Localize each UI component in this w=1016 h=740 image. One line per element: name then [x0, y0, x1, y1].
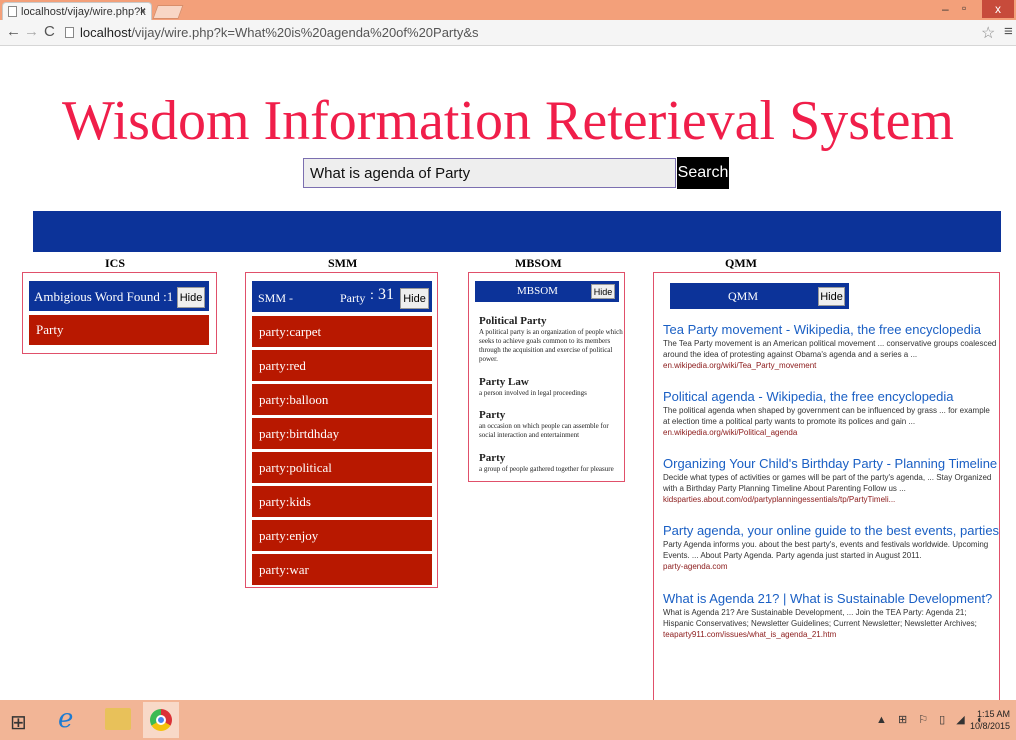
- taskbar: ⊞ e ▲ ⊞ ⚐ ▯ ◢ ◖ 1:15 AM 10/8/2015: [0, 700, 1016, 740]
- browser-title-bar: localhost/vijay/wire.php?k × – ▫ x: [0, 0, 1016, 20]
- ics-item[interactable]: Party: [29, 315, 209, 345]
- page-title: Wisdom Information Reterieval System: [61, 90, 954, 152]
- result-url: kidsparties.about.com/od/partyplanninges…: [663, 495, 896, 504]
- qmm-hide-button[interactable]: Hide: [818, 287, 845, 306]
- result-title-link[interactable]: Tea Party movement - Wikipedia, the free…: [663, 322, 997, 337]
- mbsom-hide-button[interactable]: Hide: [591, 284, 615, 299]
- result-snippet: Party Agenda informs you. about the best…: [663, 540, 989, 560]
- smm-item[interactable]: party:balloon: [252, 384, 432, 415]
- search-result: Organizing Your Child's Birthday Party -…: [663, 456, 997, 504]
- smm-item[interactable]: party:carpet: [252, 316, 432, 347]
- qmm-panel: QMM Hide Tea Party movement - Wikipedia,…: [653, 272, 1000, 700]
- url-host: localhost: [80, 25, 132, 40]
- result-url: en.wikipedia.org/wiki/Tea_Party_movement: [663, 361, 817, 370]
- smm-header-separator: :: [370, 288, 374, 303]
- url-path: /vijay/wire.php?k=What%20is%20agenda%20o…: [131, 25, 479, 40]
- browser-toolbar: ← → C localhost/vijay/wire.php?k=What%20…: [0, 20, 1016, 46]
- windows-start-icon[interactable]: ⊞: [10, 710, 27, 735]
- mbsom-panel: MBSOM Hide Political Party A political p…: [468, 272, 625, 482]
- star-icon[interactable]: ☆: [981, 23, 995, 43]
- clock[interactable]: 1:15 AM 10/8/2015: [970, 708, 1010, 732]
- address-bar[interactable]: localhost/vijay/wire.php?k=What%20is%20a…: [62, 23, 962, 43]
- smm-header-count: 31: [378, 286, 394, 303]
- search-button[interactable]: Search: [677, 157, 729, 189]
- search-input[interactable]: [303, 158, 676, 188]
- definition-term: Party: [479, 452, 506, 464]
- result-snippet: Decide what types of activities or games…: [663, 473, 992, 493]
- ics-label: ICS: [105, 256, 126, 270]
- search-result: Tea Party movement - Wikipedia, the free…: [663, 322, 997, 370]
- back-icon[interactable]: ←: [6, 23, 21, 40]
- maximize-icon[interactable]: ▫: [962, 1, 966, 15]
- result-title-link[interactable]: What is Agenda 21? | What is Sustainable…: [663, 591, 997, 606]
- file-explorer-icon[interactable]: [105, 708, 131, 730]
- page-icon: [65, 27, 74, 38]
- search-result: What is Agenda 21? | What is Sustainable…: [663, 591, 997, 639]
- smm-item[interactable]: party:kids: [252, 486, 432, 517]
- ics-hide-button[interactable]: Hide: [177, 287, 205, 308]
- definition-text: a group of people gathered together for …: [479, 465, 614, 473]
- smm-header-prefix: SMM -: [258, 291, 294, 305]
- smm-item[interactable]: party:enjoy: [252, 520, 432, 551]
- mbsom-label: MBSOM: [515, 256, 562, 270]
- new-tab-button[interactable]: [152, 5, 184, 19]
- result-url: en.wikipedia.org/wiki/Political_agenda: [663, 428, 798, 437]
- smm-item[interactable]: party:red: [252, 350, 432, 381]
- smm-item[interactable]: party:political: [252, 452, 432, 483]
- internet-explorer-icon[interactable]: e: [58, 704, 73, 734]
- menu-icon[interactable]: ≡: [1004, 23, 1013, 40]
- header-band: [33, 211, 1001, 252]
- result-title-link[interactable]: Political agenda - Wikipedia, the free e…: [663, 389, 997, 404]
- definition-text: A political party is an organization of …: [479, 328, 623, 363]
- definition-item: Political Party A political party is an …: [479, 315, 624, 364]
- close-icon[interactable]: x: [982, 0, 1014, 18]
- result-title-link[interactable]: Party agenda, your online guide to the b…: [663, 523, 999, 538]
- smm-label: SMM: [328, 256, 358, 270]
- ics-panel: Ambigious Word Found :1 Hide Party: [22, 272, 217, 354]
- reload-icon[interactable]: C: [44, 23, 55, 40]
- definition-text: a person involved in legal proceedings: [479, 389, 587, 397]
- clock-date: 10/8/2015: [970, 721, 1011, 731]
- definition-term: Party: [479, 409, 506, 421]
- search-result: Political agenda - Wikipedia, the free e…: [663, 389, 997, 437]
- page-icon: [8, 6, 17, 17]
- forward-icon[interactable]: →: [24, 23, 39, 40]
- tab-close-icon[interactable]: ×: [140, 5, 146, 17]
- smm-item[interactable]: party:war: [252, 554, 432, 585]
- definition-item: Party an occasion on which people can as…: [479, 409, 624, 440]
- result-snippet: What is Agenda 21? Are Sustainable Devel…: [663, 608, 977, 628]
- definition-item: Party Law a person involved in legal pro…: [479, 376, 624, 398]
- qmm-header-text: QMM: [728, 289, 759, 303]
- search-result: Party agenda, your online guide to the b…: [663, 523, 999, 571]
- smm-panel: SMM - Party : 31 Hide party:carpet party…: [245, 272, 438, 588]
- chrome-icon[interactable]: [143, 702, 179, 738]
- definition-term: Party Law: [479, 376, 529, 388]
- result-url: party-agenda.com: [663, 562, 728, 571]
- result-snippet: The political agenda when shaped by gove…: [663, 406, 990, 426]
- definition-item: Party a group of people gathered togethe…: [479, 452, 624, 474]
- smm-hide-button[interactable]: Hide: [400, 288, 429, 309]
- page-viewport: Wisdom Information Reterieval System Sea…: [0, 47, 1016, 700]
- smm-header-word: Party: [340, 291, 366, 305]
- qmm-label: QMM: [725, 256, 757, 270]
- smm-item[interactable]: party:birtdhday: [252, 418, 432, 449]
- browser-tab[interactable]: localhost/vijay/wire.php?k ×: [2, 2, 152, 20]
- minimize-icon[interactable]: –: [942, 2, 949, 16]
- ics-header-text: Ambigious Word Found :1: [34, 289, 174, 304]
- clock-time: 1:15 AM: [977, 709, 1011, 719]
- result-snippet: The Tea Party movement is an American po…: [663, 339, 997, 359]
- mbsom-header-text: MBSOM: [517, 285, 558, 297]
- tab-title: localhost/vijay/wire.php?k: [21, 6, 146, 18]
- definition-term: Political Party: [479, 315, 547, 327]
- result-title-link[interactable]: Organizing Your Child's Birthday Party -…: [663, 456, 997, 471]
- result-url: teaparty911.com/issues/what_is_agenda_21…: [663, 630, 837, 639]
- definition-text: an occasion on which people can assemble…: [479, 422, 609, 439]
